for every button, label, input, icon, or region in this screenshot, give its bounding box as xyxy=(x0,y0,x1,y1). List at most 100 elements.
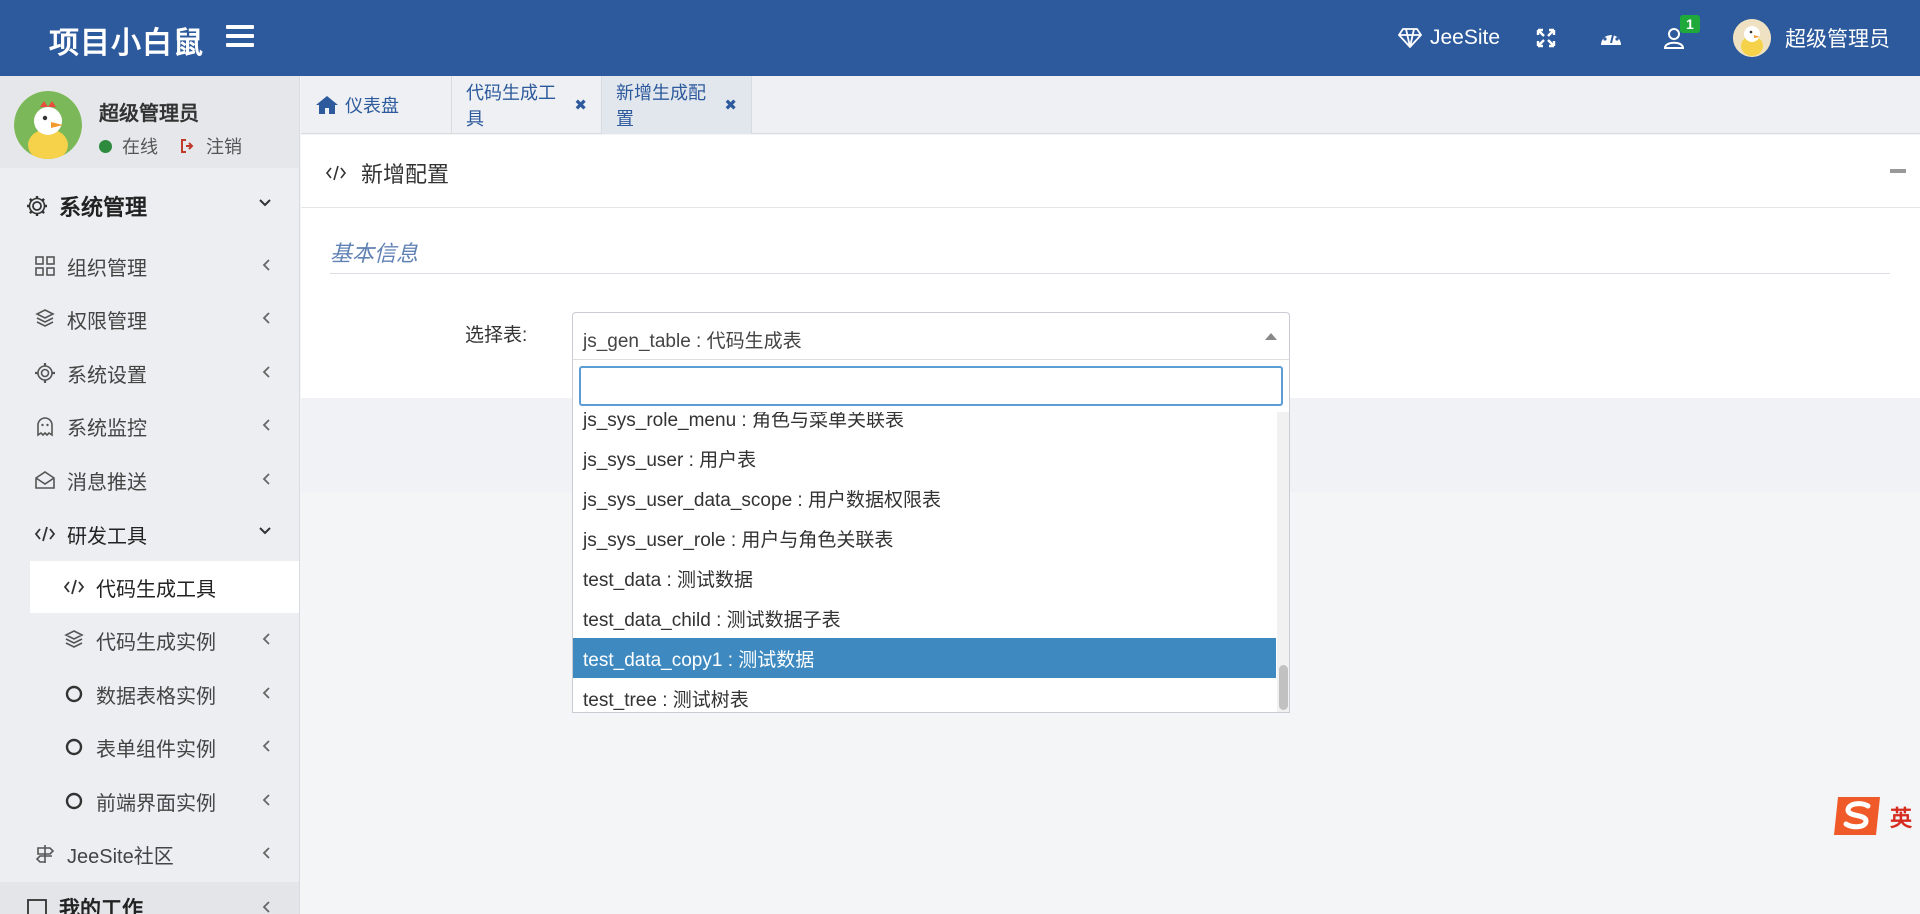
sidebar-item-label: 消息推送 xyxy=(67,471,147,494)
tab-dashboard[interactable]: 仪表盘 xyxy=(301,76,452,134)
dashboard-icon xyxy=(1601,32,1621,45)
sidebar-item-form-component-example[interactable]: 表单组件实例 xyxy=(0,721,299,773)
sidebar-item-my-work[interactable]: 我的工作 xyxy=(0,882,299,914)
chevron-left-icon xyxy=(262,312,270,324)
logout-icon[interactable] xyxy=(180,138,196,154)
code-icon xyxy=(33,522,57,546)
sidebar-item-label: 代码生成工具 xyxy=(96,578,216,601)
sidebar-item-org-management[interactable]: 组织管理 xyxy=(0,240,299,292)
dropdown-search-input[interactable] xyxy=(579,366,1283,406)
grid-icon xyxy=(33,254,57,278)
chevron-left-icon xyxy=(262,687,270,699)
option-item[interactable]: js_sys_user : 用户表 xyxy=(573,438,1276,478)
chevron-left-icon xyxy=(262,259,270,271)
sidebar-item-label: 表单组件实例 xyxy=(96,738,216,761)
sidebar-item-system-monitor[interactable]: 系统监控 xyxy=(0,400,299,452)
sidebar-item-label: 权限管理 xyxy=(67,310,147,333)
tab-code-gen-tool[interactable]: 代码生成工具 ✖ xyxy=(452,76,602,134)
sidebar: 超级管理员 在线 注销 系统管理 组织管理 权限管理 系统设置 系统监控 消息推… xyxy=(0,76,300,914)
ghost-icon xyxy=(33,414,57,438)
chevron-left-icon xyxy=(262,633,270,645)
square-icon xyxy=(25,896,49,914)
online-dot-icon xyxy=(99,139,112,153)
field-label-table: 选择表: xyxy=(465,325,528,346)
tab-label: 仪表盘 xyxy=(345,96,399,116)
panel-title-text: 新增配置 xyxy=(361,162,450,187)
table-select[interactable]: js_gen_table : 代码生成表 xyxy=(572,312,1290,360)
chevron-left-icon xyxy=(262,847,270,859)
option-item-highlighted[interactable]: test_data_copy1 : 测试数据 xyxy=(573,638,1276,678)
circle-icon xyxy=(62,789,86,813)
page-title: 新增配置 xyxy=(325,157,449,189)
top-header: 项目小白鼠 JeeSite 1 超级管理员 xyxy=(0,0,1920,76)
chevron-left-icon xyxy=(262,794,270,806)
brand-title[interactable]: 项目小白鼠 xyxy=(49,18,204,62)
sidebar-item-code-gen-example[interactable]: 代码生成实例 xyxy=(0,614,299,666)
sidebar-item-system-settings[interactable]: 系统设置 xyxy=(0,347,299,399)
tab-label: 新增生成配置 xyxy=(616,83,706,129)
notification-button[interactable] xyxy=(1664,0,1688,76)
notification-badge: 1 xyxy=(1680,15,1700,33)
code-icon xyxy=(62,575,86,599)
close-icon[interactable]: ✖ xyxy=(724,96,737,114)
section-divider xyxy=(330,273,1890,274)
theme-button[interactable] xyxy=(1599,0,1623,76)
collapse-button[interactable] xyxy=(1890,169,1906,173)
option-item[interactable]: js_sys_user_role : 用户与角色关联表 xyxy=(573,518,1276,558)
circle-icon xyxy=(62,682,86,706)
sidebar-item-data-table-example[interactable]: 数据表格实例 xyxy=(0,668,299,720)
sidebar-item-system-management[interactable]: 系统管理 xyxy=(0,180,299,232)
sidebar-item-permission-management[interactable]: 权限管理 xyxy=(0,293,299,345)
tab-bar: 仪表盘 代码生成工具 ✖ 新增生成配置 ✖ xyxy=(301,76,1920,134)
select-dropdown: js_sys_role_menu : 角色与菜单关联表 js_sys_user … xyxy=(572,359,1290,713)
sidebar-item-dev-tools[interactable]: 研发工具 xyxy=(0,508,299,560)
dropdown-scrollbar[interactable] xyxy=(1277,412,1289,712)
option-item[interactable]: js_sys_user_data_scope : 用户数据权限表 xyxy=(573,478,1276,518)
scrollbar-thumb[interactable] xyxy=(1279,665,1288,710)
fullscreen-button[interactable] xyxy=(1536,0,1556,76)
ime-indicator[interactable]: 英 xyxy=(1832,793,1920,839)
sidebar-item-code-gen-tool[interactable]: 代码生成工具 xyxy=(30,561,299,613)
gear-icon xyxy=(25,194,49,218)
sidebar-item-message-push[interactable]: 消息推送 xyxy=(0,454,299,506)
header-user-name: 超级管理员 xyxy=(1785,28,1890,51)
options-list: js_sys_role_menu : 角色与菜单关联表 js_sys_user … xyxy=(573,412,1276,712)
sidebar-item-frontend-example[interactable]: 前端界面实例 xyxy=(0,775,299,827)
tab-label: 代码生成工具 xyxy=(466,83,556,129)
close-icon[interactable]: ✖ xyxy=(574,96,587,114)
user-menu[interactable]: 超级管理员 xyxy=(1733,0,1890,76)
menu-toggle-button[interactable] xyxy=(226,25,254,51)
cubes-icon xyxy=(62,628,86,652)
option-item[interactable]: js_sys_role_menu : 角色与菜单关联表 xyxy=(573,412,1276,438)
logout-link[interactable]: 注销 xyxy=(206,133,242,159)
chevron-left-icon xyxy=(262,740,270,752)
chevron-left-icon xyxy=(262,473,270,485)
option-item[interactable]: test_data : 测试数据 xyxy=(573,558,1276,598)
jeesite-link[interactable]: JeeSite xyxy=(1398,0,1500,76)
sidebar-item-label: 我的工作 xyxy=(59,898,143,914)
sidebar-item-label: 数据表格实例 xyxy=(96,685,216,708)
sidebar-item-label: 代码生成实例 xyxy=(96,631,216,654)
section-title: 基本信息 xyxy=(330,241,419,266)
select-value: js_gen_table : 代码生成表 xyxy=(583,331,802,352)
status-online-text: 在线 xyxy=(122,137,158,157)
tab-new-gen-config[interactable]: 新增生成配置 ✖ xyxy=(602,76,752,134)
home-icon xyxy=(316,96,338,114)
diamond-icon xyxy=(1398,28,1422,48)
chevron-left-icon xyxy=(262,366,270,378)
option-item[interactable]: test_tree : 测试树表 xyxy=(573,678,1276,712)
caret-up-icon xyxy=(1265,333,1277,340)
user-panel: 超级管理员 在线 注销 xyxy=(0,76,299,168)
cubes-icon xyxy=(33,307,57,331)
panel-header: 新增配置 xyxy=(301,135,1920,208)
sidebar-item-label: 研发工具 xyxy=(67,525,147,548)
option-item[interactable]: test_data_child : 测试数据子表 xyxy=(573,598,1276,638)
ime-mode-label: 英 xyxy=(1890,806,1913,831)
fullscreen-icon xyxy=(1536,28,1556,48)
sidebar-item-label: 系统设置 xyxy=(67,364,147,387)
signpost-icon xyxy=(33,842,57,866)
sidebar-item-jeesite-community[interactable]: JeeSite社区 xyxy=(0,828,299,880)
envelope-icon xyxy=(33,468,57,492)
sidebar-item-label: 系统监控 xyxy=(67,417,147,440)
code-icon xyxy=(325,165,347,181)
